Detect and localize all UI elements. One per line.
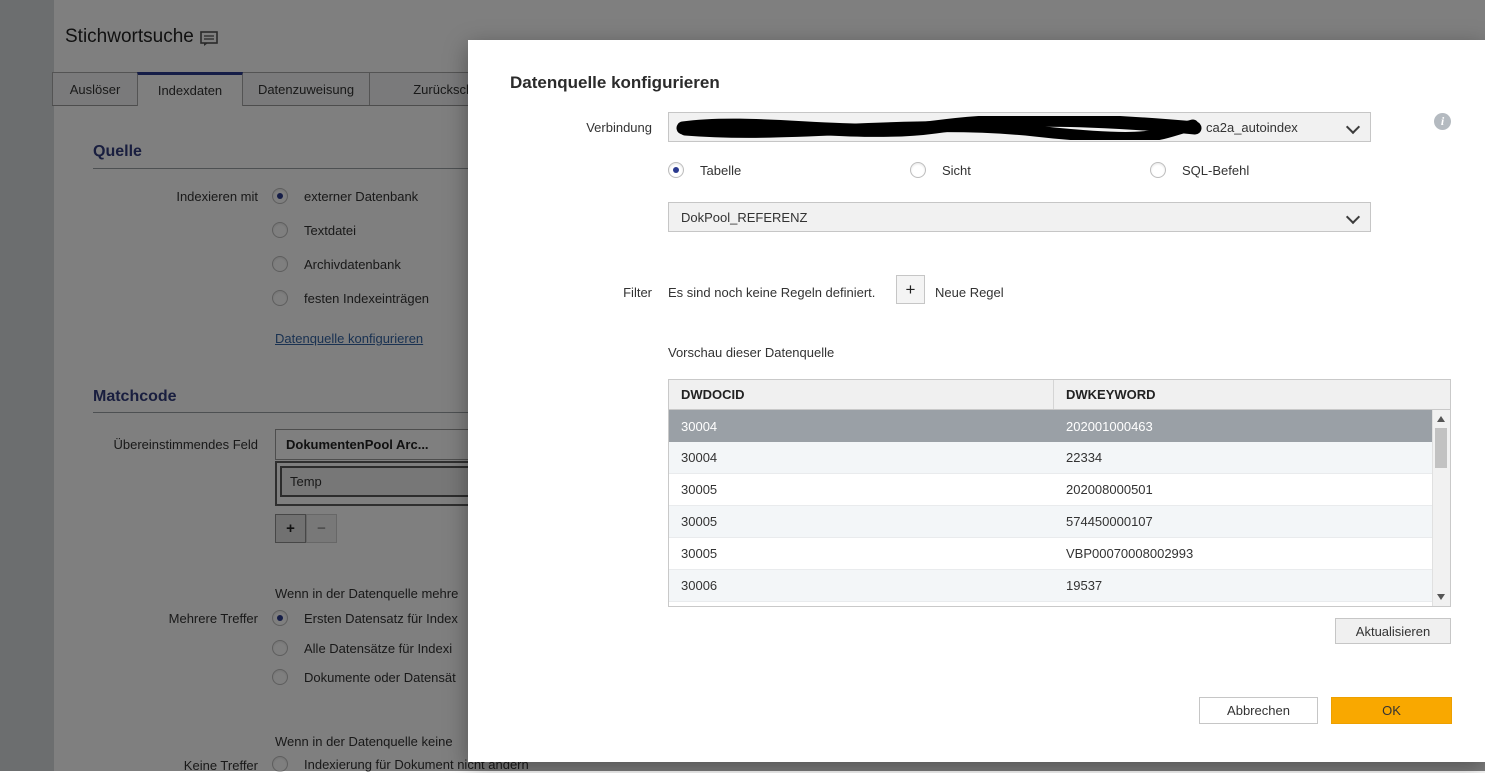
dialog-title: Datenquelle konfigurieren — [510, 73, 720, 93]
table-select[interactable]: DokPool_REFERENZ — [668, 202, 1371, 232]
datenquelle-konfigurieren-dialog: Datenquelle konfigurieren Verbindung ca2… — [468, 40, 1485, 762]
preview-label: Vorschau dieser Datenquelle — [668, 345, 834, 360]
info-icon[interactable]: i — [1434, 113, 1451, 130]
scrollbar-thumb[interactable] — [1435, 428, 1447, 468]
scroll-down-icon[interactable] — [1437, 594, 1445, 600]
table-row[interactable]: 30005202008000501 — [669, 474, 1450, 506]
table-row[interactable]: 3000422334 — [669, 442, 1450, 474]
table-row[interactable]: 30005VBP00070008002993 — [669, 538, 1450, 570]
redaction-scribble — [675, 116, 1203, 143]
source-type-sql-befehl[interactable]: SQL-Befehl — [1150, 162, 1249, 178]
add-rule-label: Neue Regel — [935, 285, 1004, 300]
cell-dwdocid: 30005 — [669, 546, 1053, 561]
radio-option-label: Tabelle — [700, 163, 741, 178]
table-row[interactable]: 30004202001000463 — [669, 410, 1450, 442]
cell-dwdocid: 30005 — [669, 482, 1053, 497]
table-row[interactable]: 3000619537 — [669, 570, 1450, 602]
table-scrollbar[interactable] — [1432, 410, 1450, 606]
verbindung-value: ca2a_autoindex — [1206, 120, 1298, 135]
column-header-dwkeyword[interactable]: DWKEYWORD — [1054, 387, 1156, 402]
cell-dwkeyword: 574450000107 — [1053, 514, 1153, 529]
cell-dwkeyword: 22334 — [1053, 450, 1102, 465]
chevron-down-icon — [1346, 210, 1360, 224]
table-row[interactable]: 30005574450000107 — [669, 506, 1450, 538]
filter-empty-text: Es sind noch keine Regeln definiert. — [668, 285, 875, 300]
cell-dwdocid: 30004 — [669, 419, 1053, 434]
radio-option-label: Sicht — [942, 163, 971, 178]
preview-table-body: 3000420200100046330004223343000520200800… — [669, 410, 1450, 602]
source-type-sicht[interactable]: Sicht — [910, 162, 971, 178]
refresh-button[interactable]: Aktualisieren — [1335, 618, 1451, 644]
cell-dwkeyword: 19537 — [1053, 578, 1102, 593]
verbindung-label: Verbindung — [468, 120, 652, 135]
cell-dwdocid: 30005 — [669, 514, 1053, 529]
cell-dwkeyword: 202001000463 — [1053, 419, 1153, 434]
preview-table-header: DWDOCID DWKEYWORD — [669, 380, 1450, 410]
radio-option-label: SQL-Befehl — [1182, 163, 1249, 178]
ok-button[interactable]: OK — [1331, 697, 1452, 724]
cell-dwdocid: 30006 — [669, 578, 1053, 593]
add-rule-button[interactable]: + — [896, 275, 925, 304]
radio-selected-icon[interactable] — [668, 162, 684, 178]
radio-icon[interactable] — [910, 162, 926, 178]
chevron-down-icon — [1346, 120, 1360, 134]
source-type-tabelle[interactable]: Tabelle — [668, 162, 741, 178]
cell-dwkeyword: 202008000501 — [1053, 482, 1153, 497]
preview-table: DWDOCID DWKEYWORD 3000420200100046330004… — [668, 379, 1451, 607]
table-select-value: DokPool_REFERENZ — [681, 210, 807, 225]
verbindung-select[interactable]: ca2a_autoindex — [668, 112, 1371, 142]
cancel-button[interactable]: Abbrechen — [1199, 697, 1318, 724]
column-header-dwdocid[interactable]: DWDOCID — [669, 387, 1053, 402]
scroll-up-icon[interactable] — [1437, 416, 1445, 422]
radio-icon[interactable] — [1150, 162, 1166, 178]
filter-label: Filter — [468, 285, 652, 300]
cell-dwdocid: 30004 — [669, 450, 1053, 465]
cell-dwkeyword: VBP00070008002993 — [1053, 546, 1193, 561]
